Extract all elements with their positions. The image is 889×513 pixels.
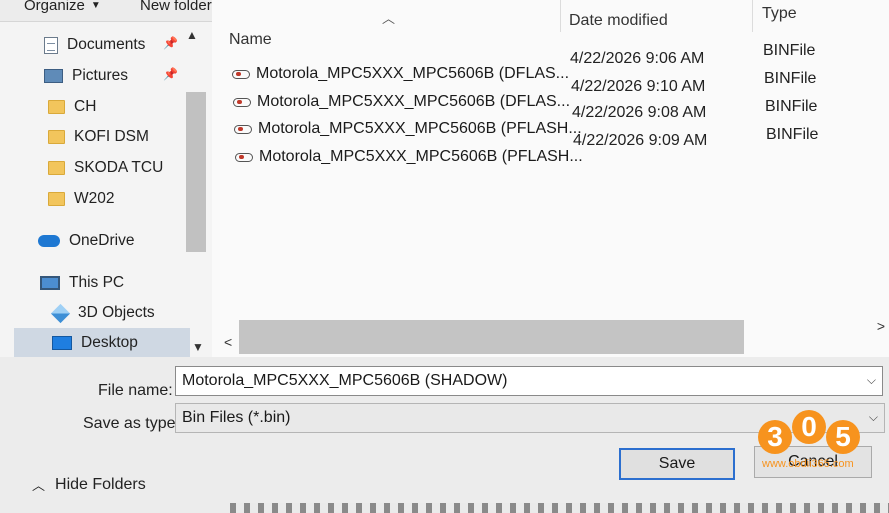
nav-item-3d-objects[interactable]: 3D Objects [50,300,155,326]
sort-ascending-icon: ︿ [382,11,396,26]
file-date: 4/22/2026 9:06 AM [570,50,705,67]
file-row[interactable]: Motorola_MPC5XXX_MPC5606B (PFLASH... [234,120,582,142]
save-button[interactable]: Save [619,448,735,480]
nav-item-desktop[interactable]: Desktop [14,328,190,358]
file-name: Motorola_MPC5XXX_MPC5606B (PFLASH... [258,120,582,137]
bin-file-icon [235,153,253,162]
new-folder-button[interactable]: New folder [140,0,212,14]
onedrive-icon [38,235,60,247]
folder-icon [48,161,65,175]
file-row[interactable]: Motorola_MPC5XXX_MPC5606B (DFLAS... [233,93,570,115]
file-name-input[interactable]: Motorola_MPC5XXX_MPC5606B (SHADOW) ⌵ [175,366,883,396]
file-name-label: File name: [98,382,173,399]
nav-item-label: This PC [69,274,125,291]
column-header-date-modified[interactable]: Date modified [569,12,668,30]
watermark-url: www.obdii365.com [762,458,854,470]
file-date: 4/22/2026 9:08 AM [572,104,707,121]
chevron-up-icon: ︿ [32,478,46,493]
folder-icon [48,100,65,114]
column-separator[interactable] [752,0,753,32]
file-row[interactable]: Motorola_MPC5XXX_MPC5606B (DFLAS... [232,65,569,87]
file-name: Motorola_MPC5XXX_MPC5606B (PFLASH... [259,148,583,165]
file-list: ︿ Name Date modified Type Motorola_MPC5X… [212,0,889,357]
3d-objects-icon [50,303,71,323]
scroll-up-icon[interactable]: ▲ [186,28,198,42]
nav-item-label: W202 [74,190,115,207]
pin-icon: 📌 [163,67,178,81]
file-name: Motorola_MPC5XXX_MPC5606B (DFLAS... [257,93,571,110]
watermark-digit: 3 [758,420,792,454]
file-name-value: Motorola_MPC5XXX_MPC5606B (SHADOW) [182,372,508,389]
nav-item-label: Pictures [72,67,128,84]
file-row[interactable]: Motorola_MPC5XXX_MPC5606B (PFLASH... [235,148,583,170]
scroll-down-icon[interactable]: ▼ [192,340,204,354]
navigation-pane: Documents 📌 Pictures 📌 CH KOFI DSM SKODA… [0,22,212,358]
nav-item-label: Documents [67,36,146,53]
nav-item-onedrive[interactable]: OneDrive [38,228,134,254]
column-header-name[interactable]: Name [229,31,272,49]
file-type: BINFile [763,42,816,59]
nav-item-label: CH [74,98,97,115]
horizontal-scrollbar[interactable]: < > [212,318,889,357]
watermark-logo: 3 0 5 www.obdii365.com [758,410,860,474]
nav-item-label: KOFI DSM [74,128,149,145]
save-as-type-value: Bin Files (*.bin) [182,409,291,426]
scroll-left-icon[interactable]: < [224,334,232,350]
nav-item-label: Desktop [81,334,138,351]
chevron-down-icon[interactable]: ⌵ [867,373,876,388]
watermark-digit: 0 [792,410,826,444]
nav-item-label: 3D Objects [78,304,155,321]
bin-file-icon [234,125,252,134]
documents-icon [44,36,58,54]
save-dialog-footer: File name: Motorola_MPC5XXX_MPC5606B (SH… [0,357,889,513]
watermark-digit: 5 [826,420,860,454]
folder-icon [48,130,65,144]
nav-item-pictures[interactable]: Pictures [44,63,128,89]
nav-item-skoda-tcu[interactable]: SKODA TCU [48,155,163,181]
folder-icon [48,192,65,206]
organize-label: Organize [24,0,85,14]
file-date: 4/22/2026 9:09 AM [573,132,708,149]
scroll-right-icon[interactable]: > [877,318,885,334]
bin-file-icon [232,70,250,79]
this-pc-icon [40,276,60,290]
file-type: BINFile [766,126,819,143]
hide-folders-button[interactable]: ︿ Hide Folders [32,475,146,494]
desktop-icon [52,336,72,350]
save-as-type-label: Save as type: [83,415,180,432]
nav-item-label: OneDrive [69,232,135,249]
file-type: BINFile [765,98,818,115]
horizontal-scrollbar-thumb[interactable] [239,320,744,354]
nav-item-w202[interactable]: W202 [48,186,115,212]
file-date: 4/22/2026 9:10 AM [571,78,706,95]
hide-folders-label: Hide Folders [55,475,146,493]
nav-item-documents[interactable]: Documents [44,32,145,58]
nav-scrollbar-thumb[interactable] [186,92,206,252]
organize-button[interactable]: Organize ▼ [24,0,101,14]
bin-file-icon [233,98,251,107]
nav-item-ch[interactable]: CH [48,94,96,120]
column-header-type[interactable]: Type [762,5,797,23]
file-name: Motorola_MPC5XXX_MPC5606B (DFLAS... [256,65,570,82]
nav-item-label: SKODA TCU [74,159,164,176]
file-type: BINFile [764,70,817,87]
chevron-down-icon[interactable]: ⌵ [869,410,878,425]
background-text-strip [230,503,889,513]
column-separator[interactable] [560,0,561,32]
nav-item-this-pc[interactable]: This PC [40,270,124,296]
nav-item-kofi-dsm[interactable]: KOFI DSM [48,124,149,150]
pin-icon: 📌 [163,36,178,50]
chevron-down-icon: ▼ [90,0,101,11]
pictures-icon [44,69,63,83]
